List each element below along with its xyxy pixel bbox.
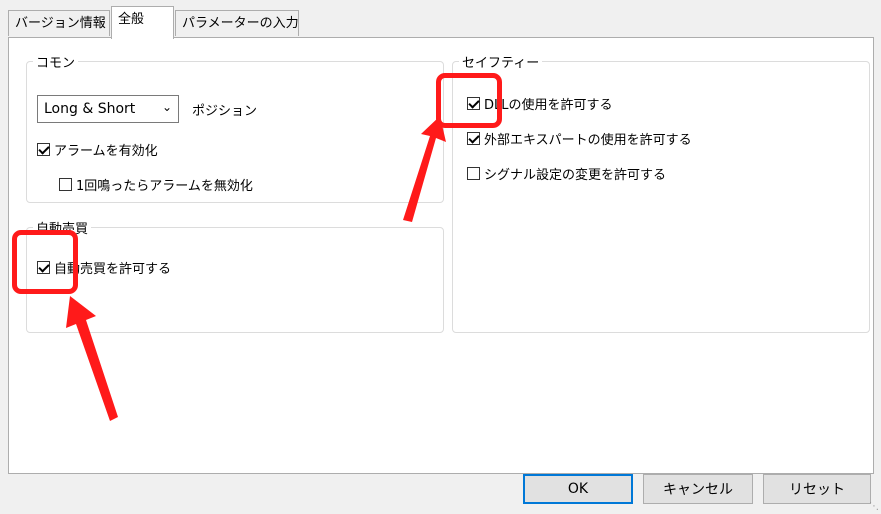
- auto-trade-group: 自動売買 自動売買を許可する: [26, 218, 444, 333]
- chevron-down-icon: ⌄: [161, 100, 172, 114]
- checkbox-unchecked-icon: [59, 178, 72, 191]
- tab-parameter-input[interactable]: パラメーターの入力: [175, 10, 299, 36]
- safety-group: セイフティー DLLの使用を許可する 外部エキスパートの使用を許可する シグナル…: [452, 52, 870, 333]
- allow-external-expert-label: 外部エキスパートの使用を許可する: [484, 133, 692, 148]
- resize-grip-icon[interactable]: ⋱: [869, 501, 879, 512]
- reset-button[interactable]: リセット: [763, 474, 871, 504]
- highlight-box-auto-trade: [12, 230, 78, 294]
- checkbox-checked-icon: [37, 143, 50, 156]
- allow-signal-change-label: シグナル設定の変更を許可する: [484, 168, 667, 183]
- alarm-disable-once-checkbox[interactable]: 1回鳴ったらアラームを無効化: [59, 175, 253, 194]
- safety-group-title: セイフティー: [459, 52, 543, 71]
- cancel-button[interactable]: キャンセル: [643, 474, 753, 504]
- common-group: コモン Long & Short ⌄ ポジション アラームを有効化 1回鳴ったら…: [26, 52, 444, 203]
- position-label: ポジション: [192, 104, 258, 119]
- allow-dll-label: DLLの使用を許可する: [484, 98, 613, 113]
- alarm-enable-label: アラームを有効化: [54, 144, 158, 159]
- alarm-enable-checkbox[interactable]: アラームを有効化: [37, 140, 158, 159]
- highlight-box-dll: [436, 73, 502, 128]
- allow-signal-change-checkbox[interactable]: シグナル設定の変更を許可する: [467, 164, 666, 183]
- tab-general[interactable]: 全般: [111, 6, 174, 39]
- checkbox-checked-icon: [467, 132, 480, 145]
- ok-button[interactable]: OK: [523, 474, 633, 504]
- common-group-title: コモン: [33, 52, 79, 71]
- checkbox-unchecked-icon: [467, 167, 480, 180]
- position-mode-value: Long & Short: [44, 101, 136, 117]
- position-mode-select[interactable]: Long & Short ⌄: [37, 95, 179, 123]
- alarm-disable-once-label: 1回鳴ったらアラームを無効化: [76, 179, 253, 194]
- tab-version-info[interactable]: バージョン情報: [8, 10, 110, 36]
- allow-external-expert-checkbox[interactable]: 外部エキスパートの使用を許可する: [467, 129, 692, 148]
